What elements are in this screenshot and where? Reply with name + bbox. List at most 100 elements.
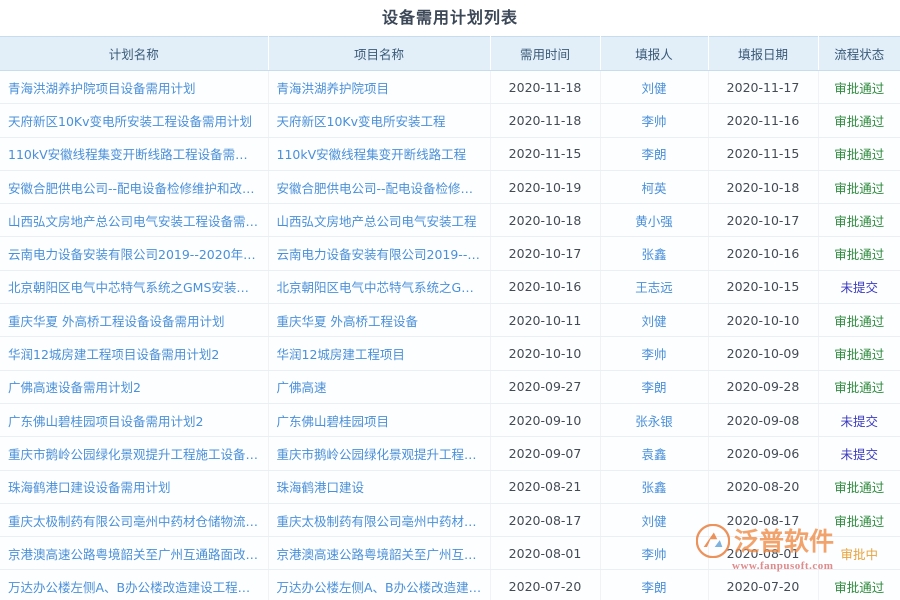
page-title: 设备需用计划列表 [382, 10, 518, 26]
cell-plan-name[interactable]: 山西弘文房地产总公司电气安装工程设备需用... [0, 204, 268, 237]
column-header-need-date[interactable]: 需用时间 [490, 37, 600, 71]
column-header-status[interactable]: 流程状态 [818, 37, 900, 71]
cell-plan-name[interactable]: 天府新区10Kv变电所安装工程设备需用计划 [0, 104, 268, 137]
cell-reporter[interactable]: 袁鑫 [600, 437, 708, 470]
cell-project-name[interactable]: 安徽合肥供电公司--配电设备检修维... [268, 170, 490, 203]
cell-project-name[interactable]: 广东佛山碧桂园项目 [268, 403, 490, 436]
page-title-bar: 设备需用计划列表 [0, 0, 900, 36]
table-row[interactable]: 广东佛山碧桂园项目设备需用计划2广东佛山碧桂园项目2020-09-10张永银20… [0, 403, 900, 436]
table-row[interactable]: 北京朝阳区电气中芯特气系统之GMS安装设备...北京朝阳区电气中芯特气系统之GM… [0, 270, 900, 303]
cell-project-name[interactable]: 万达办公楼左侧A、B办公楼改造建设... [268, 570, 490, 600]
column-header-reporter[interactable]: 填报人 [600, 37, 708, 71]
cell-project-name[interactable]: 重庆市鹅岭公园绿化景观提升工程施工 [268, 437, 490, 470]
status-badge: 审批通过 [818, 71, 900, 104]
table-row[interactable]: 珠海鹤港口建设设备需用计划珠海鹤港口建设2020-08-21张鑫2020-08-… [0, 470, 900, 503]
cell-project-name[interactable]: 北京朝阳区电气中芯特气系统之GMS... [268, 270, 490, 303]
cell-plan-name[interactable]: 北京朝阳区电气中芯特气系统之GMS安装设备... [0, 270, 268, 303]
table-row[interactable]: 青海洪湖养护院项目设备需用计划青海洪湖养护院项目2020-11-18刘健2020… [0, 71, 900, 104]
table-header: 计划名称 项目名称 需用时间 填报人 填报日期 流程状态 [0, 37, 900, 71]
cell-reporter[interactable]: 李帅 [600, 104, 708, 137]
cell-need-date: 2020-10-19 [490, 170, 600, 203]
cell-report-date: 2020-10-10 [708, 304, 818, 337]
cell-reporter[interactable]: 王志远 [600, 270, 708, 303]
table-row[interactable]: 京港澳高速公路粤境韶关至广州互通路面改造...京港澳高速公路粤境韶关至广州互通.… [0, 537, 900, 570]
cell-project-name[interactable]: 重庆华夏 外高桥工程设备 [268, 304, 490, 337]
cell-plan-name[interactable]: 华润12城房建工程项目设备需用计划2 [0, 337, 268, 370]
cell-report-date: 2020-11-17 [708, 71, 818, 104]
cell-need-date: 2020-08-17 [490, 503, 600, 536]
cell-report-date: 2020-09-08 [708, 403, 818, 436]
cell-project-name[interactable]: 广佛高速 [268, 370, 490, 403]
cell-reporter[interactable]: 李朗 [600, 137, 708, 170]
status-badge: 未提交 [818, 270, 900, 303]
cell-reporter[interactable]: 李朗 [600, 570, 708, 600]
table-row[interactable]: 重庆市鹅岭公园绿化景观提升工程施工设备需...重庆市鹅岭公园绿化景观提升工程施工… [0, 437, 900, 470]
table-row[interactable]: 云南电力设备安装有限公司2019--2020年度劳...云南电力设备安装有限公司… [0, 237, 900, 270]
cell-reporter[interactable]: 刘健 [600, 503, 708, 536]
table-row[interactable]: 重庆华夏 外高桥工程设备设备需用计划重庆华夏 外高桥工程设备2020-10-11… [0, 304, 900, 337]
status-badge: 审批通过 [818, 503, 900, 536]
cell-plan-name[interactable]: 京港澳高速公路粤境韶关至广州互通路面改造... [0, 537, 268, 570]
cell-need-date: 2020-10-10 [490, 337, 600, 370]
cell-need-date: 2020-10-17 [490, 237, 600, 270]
status-badge: 审批通过 [818, 137, 900, 170]
table-header-row: 计划名称 项目名称 需用时间 填报人 填报日期 流程状态 [0, 37, 900, 71]
cell-plan-name[interactable]: 云南电力设备安装有限公司2019--2020年度劳... [0, 237, 268, 270]
cell-plan-name[interactable]: 青海洪湖养护院项目设备需用计划 [0, 71, 268, 104]
cell-project-name[interactable]: 山西弘文房地产总公司电气安装工程 [268, 204, 490, 237]
column-header-report-date[interactable]: 填报日期 [708, 37, 818, 71]
cell-project-name[interactable]: 重庆太极制药有限公司亳州中药材仓... [268, 503, 490, 536]
cell-report-date: 2020-10-15 [708, 270, 818, 303]
cell-reporter[interactable]: 刘健 [600, 304, 708, 337]
cell-plan-name[interactable]: 珠海鹤港口建设设备需用计划 [0, 470, 268, 503]
cell-report-date: 2020-07-20 [708, 570, 818, 600]
cell-project-name[interactable]: 青海洪湖养护院项目 [268, 71, 490, 104]
cell-project-name[interactable]: 珠海鹤港口建设 [268, 470, 490, 503]
cell-need-date: 2020-09-07 [490, 437, 600, 470]
cell-project-name[interactable]: 京港澳高速公路粤境韶关至广州互通... [268, 537, 490, 570]
cell-reporter[interactable]: 黄小强 [600, 204, 708, 237]
cell-reporter[interactable]: 柯英 [600, 170, 708, 203]
table-row[interactable]: 重庆太极制药有限公司亳州中药材仓储物流基...重庆太极制药有限公司亳州中药材仓.… [0, 503, 900, 536]
table-row[interactable]: 安徽合肥供电公司--配电设备检修维护和改造...安徽合肥供电公司--配电设备检修… [0, 170, 900, 203]
table-row[interactable]: 天府新区10Kv变电所安装工程设备需用计划天府新区10Kv变电所安装工程 2020… [0, 104, 900, 137]
cell-reporter[interactable]: 刘健 [600, 71, 708, 104]
status-badge: 审批通过 [818, 237, 900, 270]
cell-project-name[interactable]: 天府新区10Kv变电所安装工程 [268, 104, 490, 137]
cell-plan-name[interactable]: 广佛高速设备需用计划2 [0, 370, 268, 403]
cell-plan-name[interactable]: 110kV安徽线程集变开断线路工程设备需用计划 [0, 137, 268, 170]
table-row[interactable]: 广佛高速设备需用计划2广佛高速2020-09-27李朗2020-09-28审批通… [0, 370, 900, 403]
cell-reporter[interactable]: 张鑫 [600, 237, 708, 270]
cell-report-date: 2020-10-16 [708, 237, 818, 270]
status-badge: 审批通过 [818, 204, 900, 237]
cell-report-date: 2020-09-28 [708, 370, 818, 403]
status-badge: 审批通过 [818, 470, 900, 503]
equipment-demand-plan-list-page: 设备需用计划列表 计划名称 项目名称 需用时间 填报人 填报日期 流程状态 青海… [0, 0, 900, 600]
cell-plan-name[interactable]: 安徽合肥供电公司--配电设备检修维护和改造... [0, 170, 268, 203]
cell-project-name[interactable]: 华润12城房建工程项目 [268, 337, 490, 370]
cell-reporter[interactable]: 李帅 [600, 537, 708, 570]
column-header-plan-name[interactable]: 计划名称 [0, 37, 268, 71]
table-row[interactable]: 山西弘文房地产总公司电气安装工程设备需用...山西弘文房地产总公司电气安装工程2… [0, 204, 900, 237]
cell-project-name[interactable]: 110kV安徽线程集变开断线路工程 [268, 137, 490, 170]
column-header-project-name[interactable]: 项目名称 [268, 37, 490, 71]
equipment-demand-plan-table: 计划名称 项目名称 需用时间 填报人 填报日期 流程状态 青海洪湖养护院项目设备… [0, 36, 900, 600]
cell-project-name[interactable]: 云南电力设备安装有限公司2019--202... [268, 237, 490, 270]
cell-plan-name[interactable]: 重庆太极制药有限公司亳州中药材仓储物流基... [0, 503, 268, 536]
cell-need-date: 2020-10-16 [490, 270, 600, 303]
cell-report-date: 2020-11-16 [708, 104, 818, 137]
cell-reporter[interactable]: 张永银 [600, 403, 708, 436]
cell-report-date: 2020-10-09 [708, 337, 818, 370]
table-row[interactable]: 万达办公楼左侧A、B办公楼改造建设工程设备...万达办公楼左侧A、B办公楼改造建… [0, 570, 900, 600]
cell-plan-name[interactable]: 重庆市鹅岭公园绿化景观提升工程施工设备需... [0, 437, 268, 470]
cell-plan-name[interactable]: 万达办公楼左侧A、B办公楼改造建设工程设备... [0, 570, 268, 600]
cell-report-date: 2020-08-20 [708, 470, 818, 503]
table-row[interactable]: 华润12城房建工程项目设备需用计划2华润12城房建工程项目2020-10-10李… [0, 337, 900, 370]
table-row[interactable]: 110kV安徽线程集变开断线路工程设备需用计划110kV安徽线程集变开断线路工程… [0, 137, 900, 170]
cell-reporter[interactable]: 李帅 [600, 337, 708, 370]
cell-reporter[interactable]: 李朗 [600, 370, 708, 403]
cell-need-date: 2020-10-18 [490, 204, 600, 237]
cell-reporter[interactable]: 张鑫 [600, 470, 708, 503]
cell-plan-name[interactable]: 重庆华夏 外高桥工程设备设备需用计划 [0, 304, 268, 337]
cell-plan-name[interactable]: 广东佛山碧桂园项目设备需用计划2 [0, 403, 268, 436]
